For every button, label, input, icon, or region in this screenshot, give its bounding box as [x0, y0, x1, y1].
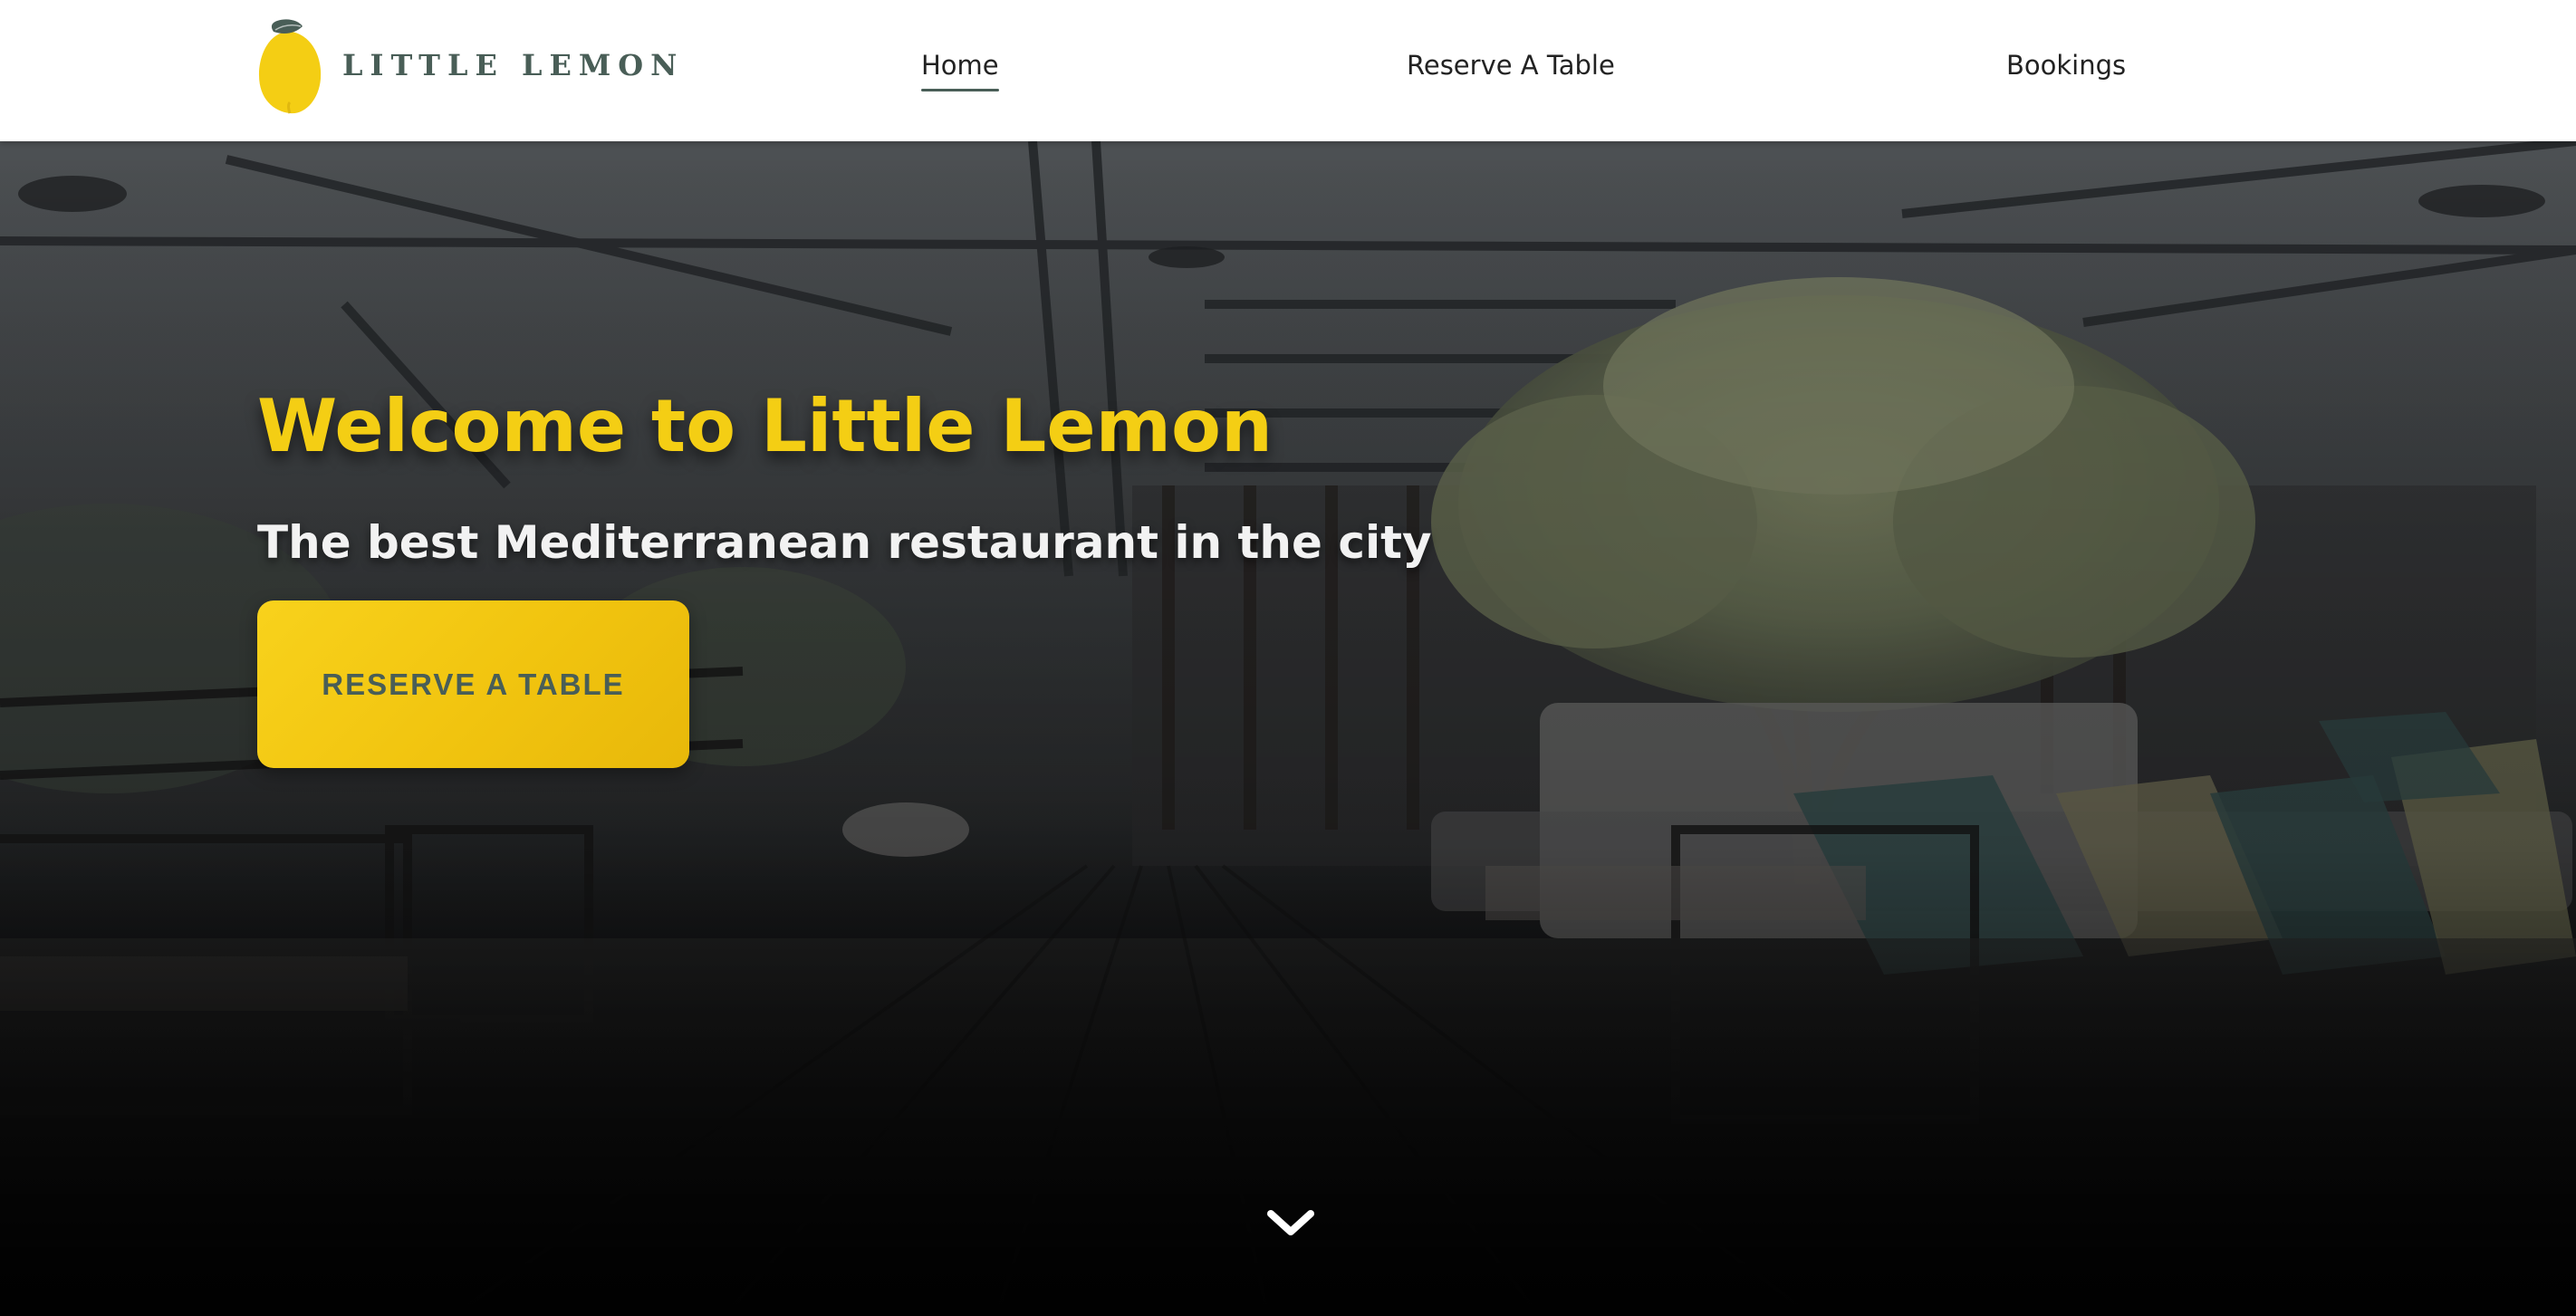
reserve-table-button[interactable]: RESERVE A TABLE: [257, 600, 689, 768]
nav-item-reserve-a-table[interactable]: Reserve A Table: [1407, 53, 1615, 79]
nav-item-bookings[interactable]: Bookings: [2006, 53, 2126, 79]
scroll-down-button[interactable]: [1264, 1203, 1318, 1243]
top-navbar: LITTLE LEMON Home Reserve A Table Bookin…: [0, 0, 2576, 141]
brand-name: LITTLE LEMON: [342, 48, 685, 82]
nav-item-home[interactable]: Home: [921, 53, 999, 91]
hero-title: Welcome to Little Lemon: [257, 384, 1273, 468]
logo-link[interactable]: LITTLE LEMON: [257, 14, 684, 118]
chevron-down-icon: [1267, 1210, 1314, 1235]
lemon-icon: [257, 15, 322, 117]
hero-subtitle: The best Mediterranean restaurant in the…: [257, 516, 1432, 569]
hero-section: Welcome to Little Lemon The best Mediter…: [0, 141, 2576, 1316]
